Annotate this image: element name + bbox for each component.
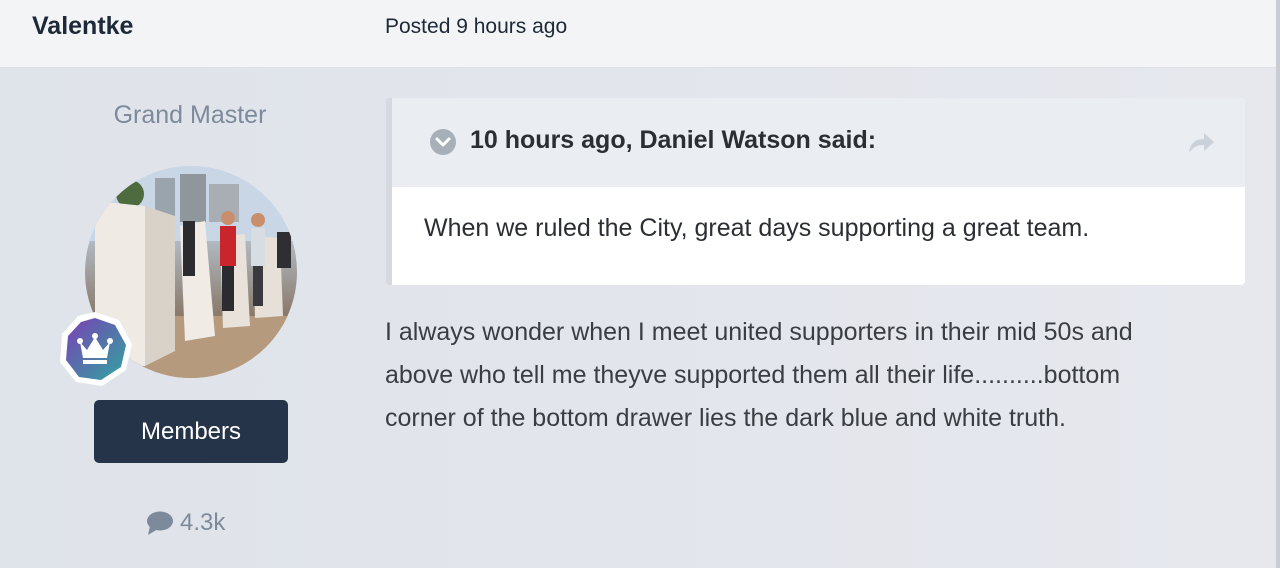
member-group-button[interactable]: Members — [94, 400, 288, 463]
rank-badge — [56, 310, 134, 388]
post-header: Valentke Posted 9 hours ago — [0, 0, 1280, 68]
post-content: I always wonder when I meet united suppo… — [385, 311, 1215, 440]
quote-citation: 10 hours ago, Daniel Watson said: — [470, 126, 877, 154]
quote-text: When we ruled the City, great days suppo… — [424, 214, 1090, 242]
post-timestamp[interactable]: Posted 9 hours ago — [385, 15, 567, 39]
post-line: corner of the bottom drawer lies the dar… — [385, 404, 1066, 432]
share-icon[interactable] — [1186, 130, 1216, 156]
author-username[interactable]: Valentke — [32, 12, 133, 41]
comment-icon — [147, 511, 173, 535]
chevron-down-icon[interactable] — [429, 128, 457, 156]
author-post-count[interactable]: 4.3k — [146, 508, 225, 538]
scrollbar-edge — [1276, 0, 1280, 568]
quote-header: 10 hours ago, Daniel Watson said: — [392, 98, 1245, 187]
quote-block: 10 hours ago, Daniel Watson said: When w… — [386, 98, 1245, 285]
post-count-value: 4.3k — [180, 509, 226, 536]
author-rank: Grand Master — [113, 101, 267, 129]
post-line: I always wonder when I meet united suppo… — [385, 318, 1133, 346]
post-line: above who tell me theyve supported them … — [385, 361, 1121, 389]
